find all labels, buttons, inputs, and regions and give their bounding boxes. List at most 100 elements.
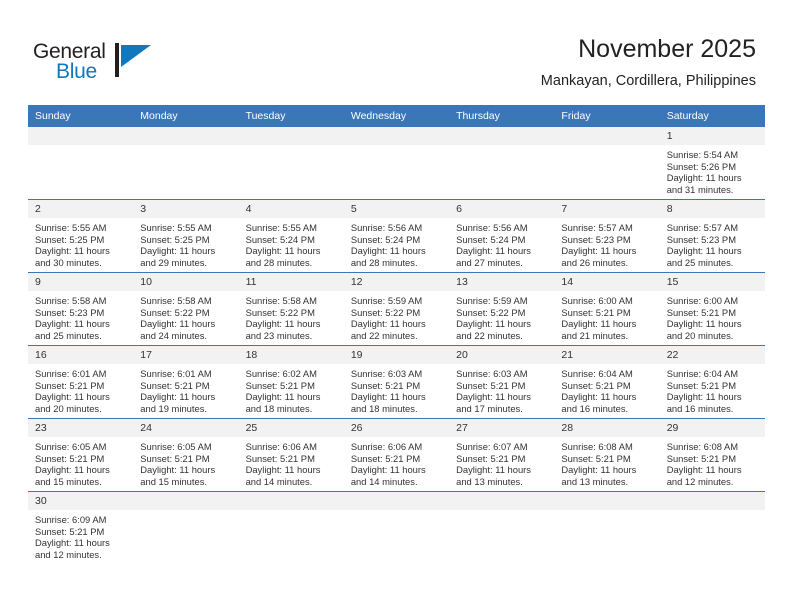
calendar-day-cell-17[interactable]: 17 Sunrise: 6:01 AM Sunset: 5:21 PM Dayligh… [133, 345, 239, 419]
day-detail-line: and 12 minutes. [666, 476, 734, 488]
calendar-day-cell-8[interactable]: 8 Sunrise: 5:57 AM Sunset: 5:23 PM Daylight… [659, 199, 765, 273]
calendar-day-cell-21[interactable]: 21 Sunrise: 6:04 AM Sunset: 5:21 PM Dayligh… [554, 345, 660, 419]
day-detail-line: and 25 minutes. [35, 330, 102, 342]
day-details: Sunrise: 6:03 AM Sunset: 5:21 PM Daylight:… [344, 364, 449, 415]
day-detail-line: Daylight: 11 hours [666, 464, 742, 476]
day-detail-line: Sunset: 5:21 PM [35, 525, 105, 537]
day-detail-line: Sunrise: 6:08 AM [561, 441, 633, 452]
day-details: Sunrise: 5:55 AM Sunset: 5:24 PM Daylight:… [239, 218, 344, 269]
day-number: 29 [659, 419, 765, 437]
day-number: 13 [449, 273, 555, 291]
day-detail-line: Daylight: 11 hours [35, 391, 110, 403]
calendar-day-cell-empty [238, 127, 344, 200]
day-detail-line: Sunset: 5:24 PM [245, 233, 315, 245]
calendar-day-cell-6[interactable]: 6 Sunrise: 5:56 AM Sunset: 5:24 PM Daylight… [449, 199, 555, 273]
calendar-day-cell-25[interactable]: 25 Sunrise: 6:06 AM Sunset: 5:21 PM Dayligh… [238, 418, 344, 492]
calendar-day-cell-empty [449, 127, 555, 200]
brand-name-blue: Blue [56, 60, 97, 83]
calendar-day-cell-empty [238, 491, 344, 564]
calendar-day-cell-26[interactable]: 26 Sunrise: 6:06 AM Sunset: 5:21 PM Dayligh… [343, 418, 450, 492]
day-detail-line: and 21 minutes. [561, 330, 629, 342]
calendar-day-cell-3[interactable]: 3 Sunrise: 5:55 AM Sunset: 5:25 PM Daylight… [133, 199, 239, 273]
day-details [449, 510, 554, 514]
calendar-day-cell-16[interactable]: 16 Sunrise: 6:01 AM Sunset: 5:21 PM Dayligh… [28, 345, 134, 419]
calendar-day-cell-empty [343, 491, 450, 564]
day-details: Sunrise: 6:02 AM Sunset: 5:21 PM Daylight:… [239, 364, 344, 415]
day-detail-line: Sunrise: 6:07 AM [456, 441, 528, 452]
calendar-day-cell-7[interactable]: 7 Sunrise: 5:57 AM Sunset: 5:23 PM Daylight… [554, 199, 660, 273]
day-detail-line: and 27 minutes. [456, 257, 523, 269]
title-block: November 2025 Mankayan, Cordillera, Phil… [541, 34, 756, 91]
day-number [554, 127, 660, 145]
calendar-day-cell-19[interactable]: 19 Sunrise: 6:03 AM Sunset: 5:21 PM Dayligh… [343, 345, 450, 419]
day-detail-line: Sunrise: 5:57 AM [561, 222, 633, 233]
day-details: Sunrise: 5:56 AM Sunset: 5:24 PM Daylight:… [449, 218, 554, 269]
day-number: 15 [659, 273, 765, 291]
day-detail-line: Sunset: 5:21 PM [35, 452, 105, 464]
calendar-day-cell-4[interactable]: 4 Sunrise: 5:55 AM Sunset: 5:24 PM Daylight… [238, 199, 344, 273]
calendar-day-cell-20[interactable]: 20 Sunrise: 6:03 AM Sunset: 5:21 PM Dayligh… [449, 345, 555, 419]
calendar-day-cell-13[interactable]: 13 Sunrise: 5:59 AM Sunset: 5:22 PM Dayligh… [449, 272, 555, 346]
day-detail-line: Daylight: 11 hours [666, 172, 742, 184]
calendar-day-cell-23[interactable]: 23 Sunrise: 6:05 AM Sunset: 5:21 PM Dayligh… [28, 418, 134, 492]
day-details [554, 145, 659, 149]
day-detail-line: Sunset: 5:21 PM [456, 379, 526, 391]
calendar-day-cell-27[interactable]: 27 Sunrise: 6:07 AM Sunset: 5:21 PM Dayligh… [449, 418, 555, 492]
day-detail-line: Sunset: 5:21 PM [561, 379, 631, 391]
day-number: 19 [343, 346, 450, 364]
day-number: 2 [28, 200, 134, 218]
day-detail-line: and 23 minutes. [245, 330, 313, 342]
calendar-day-cell-24[interactable]: 24 Sunrise: 6:05 AM Sunset: 5:21 PM Dayligh… [133, 418, 239, 492]
day-detail-line: Sunset: 5:21 PM [140, 452, 210, 464]
day-detail-line: and 22 minutes. [456, 330, 523, 342]
calendar-day-cell-29[interactable]: 29 Sunrise: 6:08 AM Sunset: 5:21 PM Dayligh… [659, 418, 765, 492]
day-details: Sunrise: 6:01 AM Sunset: 5:21 PM Daylight:… [133, 364, 238, 415]
calendar-day-cell-9[interactable]: 9 Sunrise: 5:58 AM Sunset: 5:23 PM Daylight… [28, 272, 134, 346]
calendar-day-cell-empty [133, 127, 239, 200]
day-detail-line: Sunrise: 5:57 AM [666, 222, 739, 233]
day-detail-line: Daylight: 11 hours [561, 318, 637, 330]
calendar-day-cell-2[interactable]: 2 Sunrise: 5:55 AM Sunset: 5:25 PM Daylight… [28, 199, 134, 273]
day-details: Sunrise: 6:05 AM Sunset: 5:21 PM Daylight:… [28, 437, 133, 488]
day-detail-line: Daylight: 11 hours [140, 391, 216, 403]
day-detail-line: Sunset: 5:25 PM [35, 233, 105, 245]
weekday-header-saturday: Saturday [659, 105, 765, 127]
calendar-day-cell-10[interactable]: 10 Sunrise: 5:58 AM Sunset: 5:22 PM Dayligh… [133, 272, 239, 346]
day-detail-line: Sunset: 5:21 PM [456, 452, 526, 464]
page-title: November 2025 [578, 35, 756, 63]
calendar-day-cell-30[interactable]: 30 Sunrise: 6:09 AM Sunset: 5:21 PM Dayligh… [28, 491, 134, 564]
calendar-page: General Blue November 2025 Mankayan, Cor… [0, 0, 792, 612]
day-detail-line: and 18 minutes. [350, 403, 418, 415]
day-number [554, 492, 660, 510]
day-number: 7 [554, 200, 660, 218]
calendar-day-cell-11[interactable]: 11 Sunrise: 5:58 AM Sunset: 5:22 PM Dayligh… [238, 272, 344, 346]
day-number [238, 127, 344, 145]
brand-logo[interactable]: General Blue [33, 40, 163, 88]
day-detail-line: Daylight: 11 hours [350, 318, 426, 330]
calendar-day-cell-14[interactable]: 14 Sunrise: 6:00 AM Sunset: 5:21 PM Dayligh… [554, 272, 660, 346]
day-details [239, 145, 344, 149]
calendar-day-cell-empty [133, 491, 239, 564]
day-detail-line: Sunset: 5:24 PM [350, 233, 421, 245]
calendar-day-cell-22[interactable]: 22 Sunrise: 6:04 AM Sunset: 5:21 PM Dayligh… [659, 345, 765, 419]
day-detail-line: Sunrise: 6:04 AM [666, 368, 739, 379]
day-detail-line: Sunset: 5:23 PM [561, 233, 631, 245]
day-details: Sunrise: 5:57 AM Sunset: 5:23 PM Daylight:… [554, 218, 659, 269]
day-details: Sunrise: 5:58 AM Sunset: 5:22 PM Daylight:… [133, 291, 238, 342]
day-detail-line: and 28 minutes. [350, 257, 418, 269]
calendar-day-cell-28[interactable]: 28 Sunrise: 6:08 AM Sunset: 5:21 PM Dayligh… [554, 418, 660, 492]
calendar-day-cell-15[interactable]: 15 Sunrise: 6:00 AM Sunset: 5:21 PM Dayligh… [659, 272, 765, 346]
calendar-day-cell-12[interactable]: 12 Sunrise: 5:59 AM Sunset: 5:22 PM Dayligh… [343, 272, 450, 346]
day-detail-line: Sunrise: 6:01 AM [140, 368, 212, 379]
day-detail-line: Sunset: 5:21 PM [666, 452, 736, 464]
calendar-week-row: 30 Sunrise: 6:09 AM Sunset: 5:21 PM Dayligh… [28, 491, 765, 564]
calendar-day-cell-1[interactable]: 1 Sunrise: 5:54 AM Sunset: 5:26 PM Daylight… [659, 127, 765, 200]
day-details: Sunrise: 5:58 AM Sunset: 5:22 PM Daylight:… [239, 291, 344, 342]
calendar-day-cell-5[interactable]: 5 Sunrise: 5:56 AM Sunset: 5:24 PM Daylight… [343, 199, 450, 273]
calendar-day-cell-18[interactable]: 18 Sunrise: 6:02 AM Sunset: 5:21 PM Dayligh… [238, 345, 344, 419]
day-number: 20 [449, 346, 555, 364]
day-details [133, 510, 238, 514]
day-details: Sunrise: 6:00 AM Sunset: 5:21 PM Daylight:… [660, 291, 765, 342]
day-detail-line: and 17 minutes. [456, 403, 523, 415]
day-details: Sunrise: 6:08 AM Sunset: 5:21 PM Daylight:… [554, 437, 659, 488]
